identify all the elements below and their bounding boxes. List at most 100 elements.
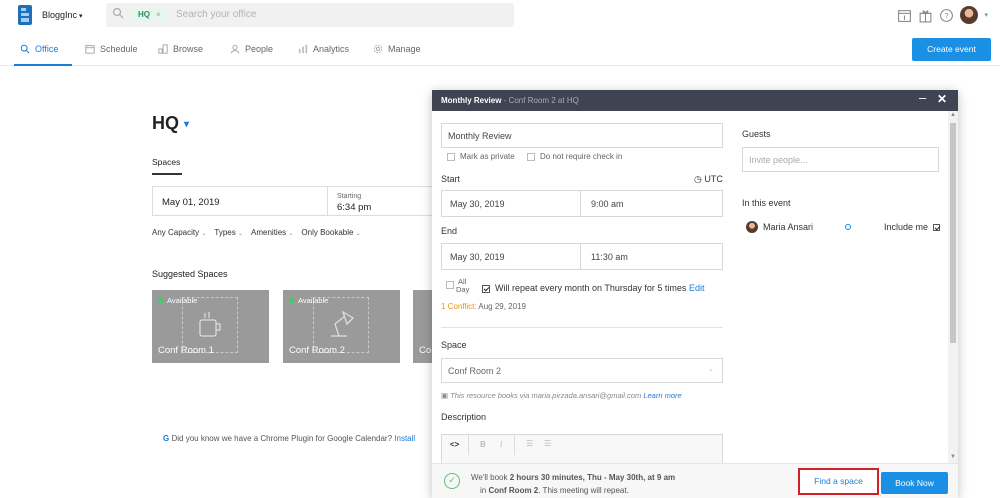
mark-private-label: Mark as private (460, 152, 515, 161)
repeat-checkbox[interactable] (482, 284, 490, 293)
app-logo[interactable] (18, 5, 32, 25)
start-datetime: May 30, 2019 9:00 am (441, 190, 723, 217)
date-time-picker[interactable]: May 01, 2019 Starting 6:34 pm (152, 186, 434, 216)
learn-more-link[interactable]: Learn more (643, 391, 681, 400)
bold-icon[interactable]: B (480, 440, 486, 449)
search-bar[interactable]: HQ × Search your office (106, 3, 514, 27)
nav-item-people[interactable]: People (230, 44, 273, 54)
nav-item-office[interactable]: Office (20, 44, 58, 54)
section-divider (441, 327, 723, 328)
scroll-down-icon[interactable]: ▼ (950, 454, 956, 460)
filter-capacity[interactable]: Any Capacity ⌄ (152, 228, 206, 237)
calendar-icon: ▣ (441, 391, 449, 400)
create-event-button[interactable]: Create event (912, 38, 991, 61)
italic-icon[interactable]: I (500, 440, 502, 449)
org-switcher[interactable]: BloggInc ▾ (42, 10, 83, 20)
timezone-selector[interactable]: ◷ UTC (694, 174, 723, 185)
filter-label: Any Capacity (152, 228, 200, 237)
availability-badge: Available (289, 296, 328, 305)
description-editor[interactable]: <> B I ☰ ☰ (441, 434, 723, 464)
space-select[interactable]: Conf Room 2 ⌄ (441, 358, 723, 383)
attendee-name: Maria Ansari (763, 222, 814, 232)
nav-item-label: Browse (173, 44, 204, 54)
mark-private-checkbox[interactable]: Mark as private (447, 152, 515, 161)
bullet-list-icon[interactable]: ☰ (526, 439, 533, 448)
start-date-input[interactable]: May 30, 2019 (450, 199, 505, 209)
chevron-down-icon[interactable]: ▾ (984, 11, 988, 19)
page-title[interactable]: HQ ▾ (152, 113, 189, 134)
nav-item-browse[interactable]: Browse (158, 44, 203, 54)
guests-input[interactable]: Invite people... (742, 147, 939, 172)
repeat-edit-link[interactable]: Edit (689, 283, 705, 293)
chevron-down-icon: ⌄ (355, 231, 361, 237)
nav-item-schedule[interactable]: Schedule (85, 44, 138, 54)
tab-underline (152, 173, 182, 175)
filter-amenities[interactable]: Amenities ⌄ (251, 228, 293, 237)
search-chip[interactable]: HQ × (130, 8, 169, 22)
avatar[interactable] (960, 6, 979, 24)
calendar-icon (85, 45, 95, 54)
summary-text: . This meeting will repeat. (538, 486, 629, 495)
modal-title: Monthly Review - Conf Room 2 at HQ (441, 96, 579, 105)
resource-note: ▣ This resource books via maria.pirzada.… (441, 391, 682, 400)
person-icon (230, 44, 240, 54)
no-checkin-checkbox[interactable]: Do not require check in (527, 152, 622, 161)
chevron-down-icon: ▾ (79, 13, 83, 20)
checkbox-box (527, 152, 535, 161)
event-title-input[interactable]: Monthly Review (441, 123, 723, 148)
install-link[interactable]: Install (394, 434, 415, 443)
filter-label: Amenities (251, 228, 287, 237)
nav-item-label: People (245, 44, 274, 54)
event-title-value: Monthly Review (448, 131, 512, 141)
help-icon[interactable]: ? (939, 8, 954, 23)
org-name: BloggInc (42, 10, 78, 20)
summary-text: in (480, 486, 487, 495)
find-space-button[interactable]: Find a space (798, 468, 879, 495)
guests-placeholder: Invite people... (749, 155, 808, 165)
space-select-value: Conf Room 2 (448, 366, 502, 376)
suggested-spaces-title: Suggested Spaces (152, 269, 228, 279)
modal-subtitle: - Conf Room 2 at HQ (503, 96, 579, 105)
modal-scrollbar[interactable]: ▲ ▼ (948, 111, 958, 463)
search-input[interactable]: Search your office (176, 9, 256, 20)
end-time-input[interactable]: 11:30 am (591, 252, 628, 262)
space-name: Conf Room 1 (158, 345, 214, 356)
main-nav: Office Schedule Browse People Analytics … (0, 36, 1000, 66)
checkbox-box (932, 224, 940, 232)
description-label: Description (441, 412, 487, 422)
space-card[interactable]: Available Conf Room 1 (152, 290, 269, 363)
space-card[interactable]: Available Conf Room 2 (283, 290, 400, 363)
scrollbar-thumb[interactable] (950, 123, 956, 343)
modal-footer: ✓ We'll book 2 hours 30 minutes, Thu - M… (432, 463, 958, 498)
divider (327, 187, 328, 215)
filter-bookable[interactable]: Only Bookable ⌄ (301, 228, 360, 237)
nav-item-analytics[interactable]: Analytics (298, 44, 349, 54)
chevron-down-icon: ⌄ (237, 231, 244, 237)
space-card[interactable]: Co (413, 290, 433, 363)
plugin-hint: G Did you know we have a Chrome Plugin f… (163, 434, 433, 443)
starting-time[interactable]: 6:34 pm (337, 202, 371, 213)
date-value[interactable]: May 01, 2019 (162, 197, 220, 208)
include-me-checkbox[interactable]: Include me (884, 222, 940, 232)
start-time-input[interactable]: 9:00 am (591, 199, 624, 209)
nav-item-label: Manage (388, 44, 421, 54)
gift-icon[interactable] (918, 8, 933, 23)
conflict-row[interactable]: 1 Conflict: Aug 29, 2019 (441, 302, 526, 311)
divider (580, 244, 581, 269)
end-date-input[interactable]: May 30, 2019 (450, 252, 505, 262)
filter-types[interactable]: Types ⌄ (214, 228, 243, 237)
nav-item-manage[interactable]: Manage (373, 44, 421, 54)
booking-summary-line2: in Conf Room 2. This meeting will repeat… (480, 486, 629, 495)
modal-header: Monthly Review - Conf Room 2 at HQ – ✕ (432, 90, 958, 111)
numbered-list-icon[interactable]: ☰ (544, 439, 551, 448)
minimize-icon[interactable]: – (919, 90, 926, 105)
calendar-icon[interactable] (897, 8, 912, 23)
nav-item-label: Office (35, 44, 59, 54)
chip-close-icon[interactable]: × (156, 10, 161, 19)
space-label: Space (441, 340, 467, 350)
book-now-button[interactable]: Book Now (881, 472, 948, 494)
tab-spaces[interactable]: Spaces (152, 157, 180, 167)
close-icon[interactable]: ✕ (937, 92, 947, 106)
scroll-up-icon[interactable]: ▲ (950, 112, 956, 118)
code-view-icon[interactable]: <> (450, 440, 459, 449)
